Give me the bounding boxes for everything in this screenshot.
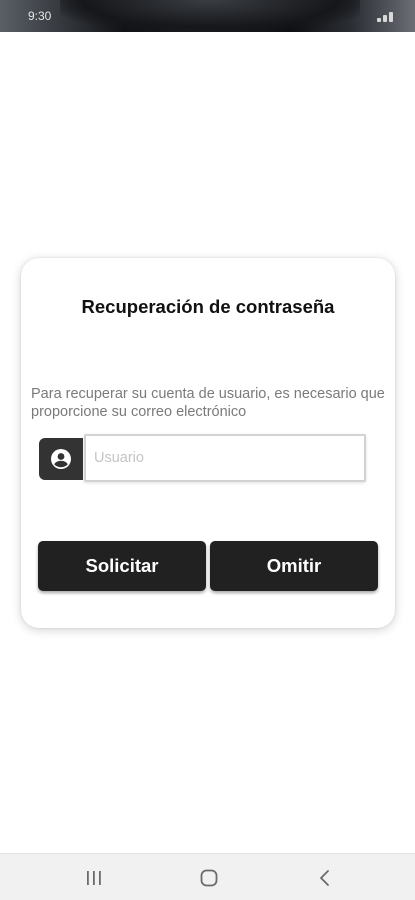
back-icon[interactable] (313, 867, 337, 889)
status-bar: 9:30 (0, 0, 415, 32)
skip-button[interactable]: Omitir (210, 541, 378, 591)
signal-icon (377, 10, 401, 22)
request-button[interactable]: Solicitar (38, 541, 206, 591)
username-input-group (39, 434, 367, 482)
header-photo (60, 0, 360, 32)
status-time: 9:30 (28, 9, 52, 23)
recent-apps-icon[interactable] (82, 867, 106, 889)
account-circle-icon (39, 438, 83, 480)
home-icon[interactable] (197, 867, 221, 889)
navigation-bar (0, 853, 415, 900)
username-input[interactable] (84, 434, 366, 482)
card-description: Para recuperar su cuenta de usuario, es … (31, 386, 385, 420)
password-recovery-card: Recuperación de contraseña Para recupera… (21, 258, 395, 628)
card-title: Recuperación de contraseña (81, 296, 335, 317)
